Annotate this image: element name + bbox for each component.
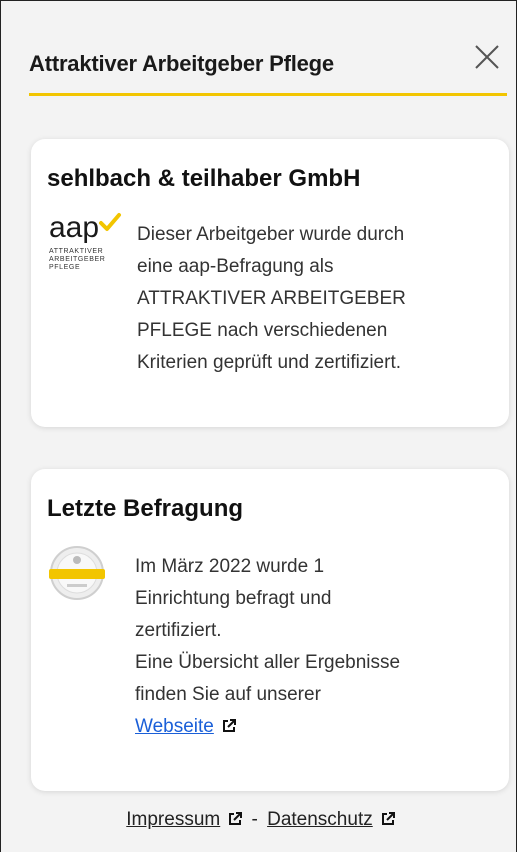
impressum-link[interactable]: Impressum: [126, 809, 220, 830]
aap-logo: aap ATTRAKTIVER ARBEITGEBER PFLEGE: [47, 209, 123, 279]
panel-title: Attraktiver Arbeitgeber Pflege: [29, 51, 334, 76]
footer-separator: -: [251, 809, 258, 830]
aap-logo-text: aap: [49, 211, 99, 244]
company-name: sehlbach & teilhaber GmbH: [47, 165, 361, 192]
external-link-icon: [222, 719, 236, 732]
svg-text:ARBEITGEBER: ARBEITGEBER: [49, 256, 105, 263]
certification-seal-icon: [47, 543, 107, 603]
survey-text: Im März 2022 wurde 1 Einrichtung befragt…: [135, 556, 401, 737]
svg-text:ATTRAKTIVER: ATTRAKTIVER: [49, 248, 103, 255]
panel-header: Attraktiver Arbeitgeber Pflege: [29, 41, 507, 96]
close-icon: [475, 45, 499, 69]
footer-links: Impressum - Datenschutz: [1, 809, 519, 831]
company-description: Dieser Arbeitgeber wurde durch eine aap-…: [137, 224, 406, 373]
close-button[interactable]: [473, 43, 501, 71]
survey-title: Letzte Befragung: [47, 495, 244, 522]
website-link[interactable]: Webseite: [135, 716, 214, 737]
external-link-icon: [381, 812, 395, 825]
svg-text:PFLEGE: PFLEGE: [49, 264, 80, 271]
widget-panel: Attraktiver Arbeitgeber Pflege sehlbach …: [0, 0, 517, 852]
datenschutz-link[interactable]: Datenschutz: [267, 809, 373, 830]
survey-card: Letzte Befragung Im März 2022 wurde 1 Ei…: [31, 469, 509, 791]
company-card: sehlbach & teilhaber GmbH aap ATTRAKTIVE…: [31, 139, 509, 427]
external-link-icon: [229, 812, 243, 825]
